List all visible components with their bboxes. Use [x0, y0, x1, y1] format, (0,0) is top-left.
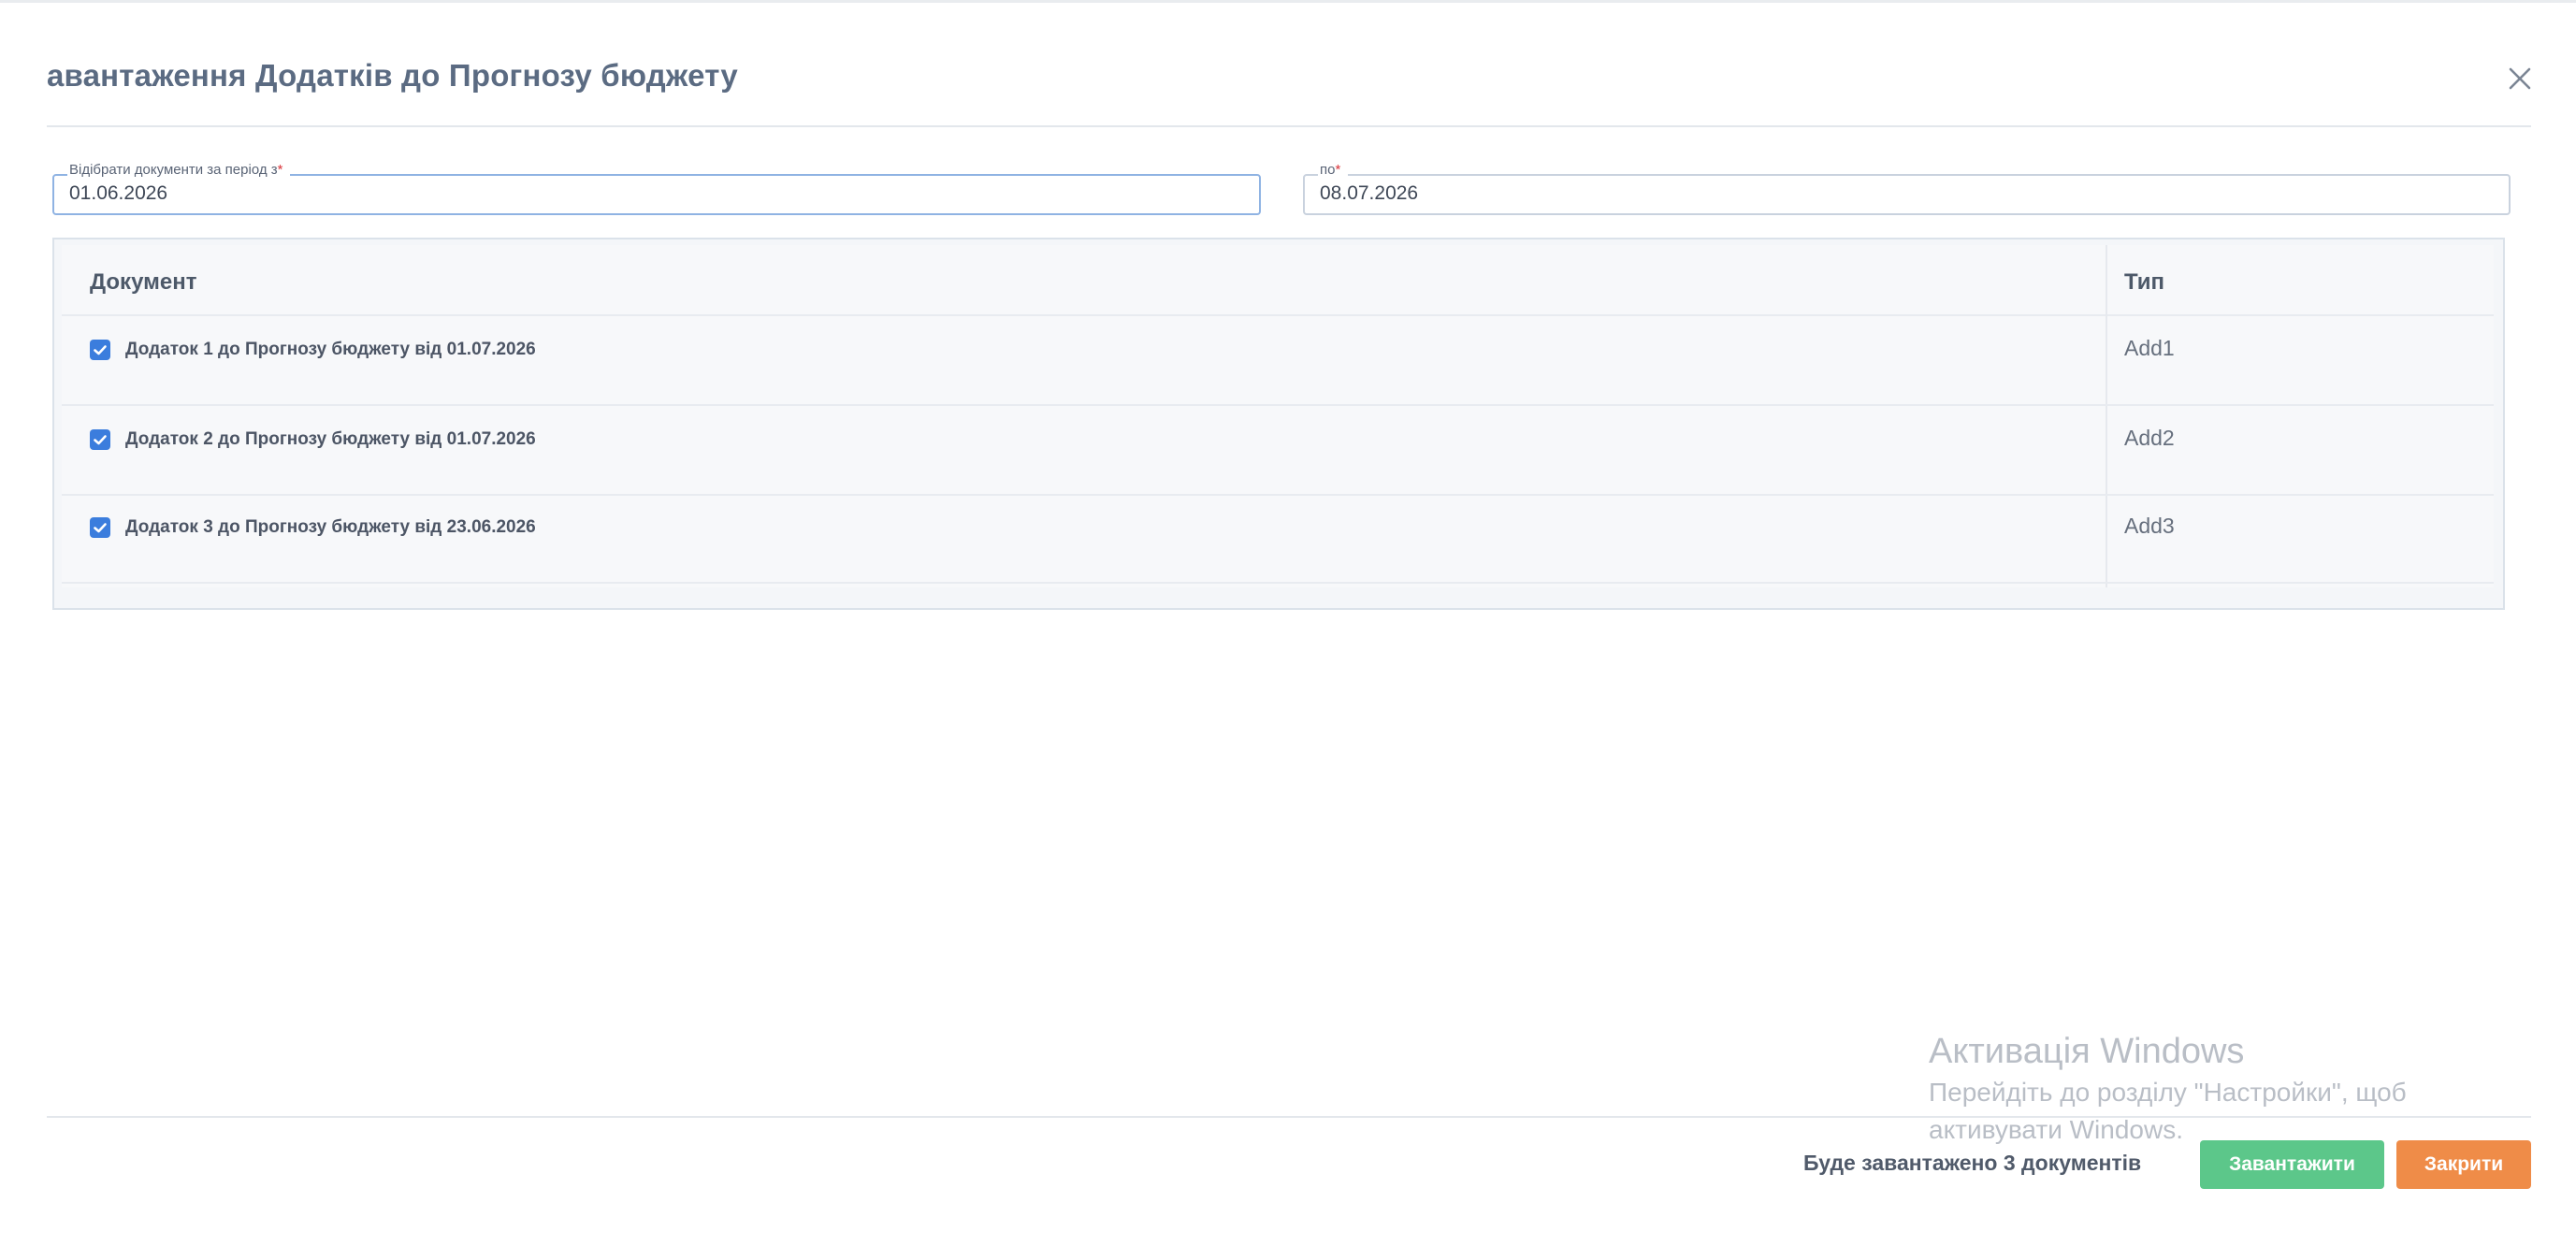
- row-document-name: Додаток 1 до Прогнозу бюджету від 01.07.…: [125, 340, 536, 359]
- column-header-document[interactable]: Документ: [90, 269, 196, 296]
- close-icon: [2509, 67, 2531, 90]
- documents-count-summary: Буде завантажено 3 документів: [1803, 1151, 2142, 1175]
- checkmark-icon: [94, 435, 107, 445]
- column-header-type[interactable]: Тип: [2124, 269, 2164, 296]
- period-to-field: по*: [1303, 161, 2511, 215]
- row-checkbox[interactable]: [90, 429, 110, 450]
- documents-table: Документ Тип Додаток 1 до Прогнозу бюдже…: [62, 245, 2494, 587]
- row-document-name: Додаток 3 до Прогнозу бюджету від 23.06.…: [125, 517, 536, 537]
- table-row[interactable]: Додаток 1 до Прогнозу бюджету від 01.07.…: [62, 316, 2494, 406]
- watermark-title: Активація Windows: [1929, 1032, 2245, 1071]
- table-row[interactable]: Додаток 2 до Прогнозу бюджету від 01.07.…: [62, 406, 2494, 496]
- row-checkbox[interactable]: [90, 340, 110, 360]
- period-to-input[interactable]: [1320, 181, 2496, 206]
- row-checkbox[interactable]: [90, 517, 110, 538]
- row-document-name: Додаток 2 до Прогнозу бюджету від 01.07.…: [125, 429, 536, 449]
- row-type: Add3: [2124, 514, 2175, 538]
- load-button[interactable]: Завантажити: [2200, 1140, 2384, 1189]
- period-from-input[interactable]: [69, 181, 1246, 206]
- period-to-label: по*: [1318, 161, 1349, 180]
- table-row[interactable]: Додаток 3 до Прогнозу бюджету від 23.06.…: [62, 494, 2494, 584]
- table-header: Документ Тип: [62, 245, 2494, 316]
- footer-divider: [47, 1116, 2531, 1118]
- close-button[interactable]: Закрити: [2396, 1140, 2531, 1189]
- row-type: Add1: [2124, 336, 2175, 360]
- dialog-close-button[interactable]: [2501, 60, 2539, 97]
- header-divider: [47, 125, 2531, 127]
- dialog-title: авантаження Додатків до Прогнозу бюджету: [47, 58, 738, 93]
- windows-activation-watermark: Активація Windows Перейдіть до розділу "…: [1929, 1029, 2407, 1149]
- window-top-border: [0, 0, 2576, 3]
- row-type: Add2: [2124, 426, 2175, 450]
- period-from-field: Відібрати документи за період з*: [52, 161, 1261, 215]
- checkmark-icon: [94, 345, 107, 355]
- watermark-line: Перейдіть до розділу "Настройки", щоб: [1929, 1078, 2407, 1107]
- checkmark-icon: [94, 523, 107, 533]
- documents-count: 3: [2003, 1151, 2016, 1175]
- period-from-label: Відібрати документи за період з*: [67, 161, 291, 180]
- documents-grid: Документ Тип Додаток 1 до Прогнозу бюдже…: [52, 238, 2505, 610]
